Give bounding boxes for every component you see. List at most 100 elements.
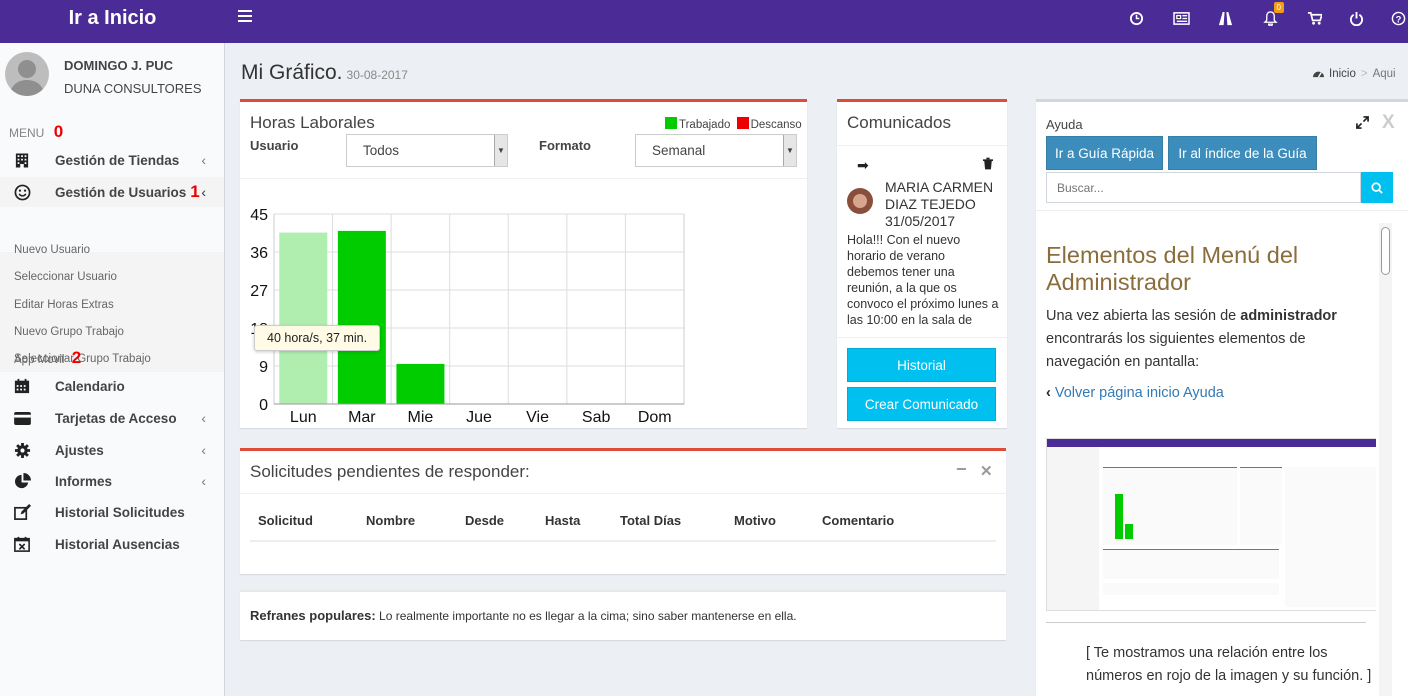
comunicados-box: Comunicados ➡ MARIA CARMEN DIAZ TEJEDO 31/… <box>837 99 1007 428</box>
clock-icon[interactable] <box>1128 10 1144 26</box>
help-intro: Una vez abierta las sesión de administra… <box>1046 308 1337 370</box>
page-date: 30-08-2017 <box>346 68 408 82</box>
minimize-icon[interactable]: − <box>956 459 967 480</box>
user-select[interactable]: Todos ▼ <box>346 134 508 167</box>
dropdown-arrow-icon: ▼ <box>494 135 507 166</box>
nav-historial-solicitudes[interactable]: Historial Solicitudes <box>0 497 224 527</box>
breadcrumb-current: Aqui <box>1372 68 1396 80</box>
back-link[interactable]: ‹ Volver página inicio Ayuda <box>1046 385 1224 401</box>
nav-tarjetas-acceso[interactable]: Tarjetas de Acceso ‹ <box>0 403 224 433</box>
x-tick-label: Jue <box>466 409 492 426</box>
help-scrollbar-thumb[interactable] <box>1381 227 1390 275</box>
dropdown-arrow-icon: ▼ <box>783 135 796 166</box>
help-search-input[interactable] <box>1046 172 1361 203</box>
marker-2: 2 <box>71 348 82 367</box>
x-tick-label: Mie <box>408 409 434 426</box>
indice-guia-button[interactable]: Ir al índice de la Guía <box>1168 136 1317 170</box>
dashboard-icon <box>1313 71 1324 78</box>
legend-rest-swatch <box>736 117 749 129</box>
refranes-label: Refranes populares: <box>250 608 376 623</box>
legend-worked-swatch <box>665 117 677 129</box>
nav-calendario[interactable]: Calendario <box>0 371 224 401</box>
bell-icon[interactable]: 0 <box>1262 2 1284 26</box>
historial-button[interactable]: Historial <box>847 348 996 382</box>
sub-app-movil[interactable]: App Movil 2 <box>14 348 81 368</box>
menu-toggle-icon[interactable] <box>238 10 252 26</box>
menu-header: MENU 0 <box>9 122 64 141</box>
power-icon[interactable] <box>1348 10 1364 26</box>
notification-badge: 0 <box>1273 2 1284 13</box>
help-scrollbar[interactable] <box>1379 223 1392 696</box>
close-help-icon[interactable]: X <box>1382 112 1395 134</box>
x-tick-label: Dom <box>638 409 672 426</box>
x-tick-label: Lun <box>290 409 317 426</box>
sub-nuevo-usuario[interactable]: Nuevo Usuario <box>14 244 90 256</box>
trash-icon[interactable] <box>983 157 995 171</box>
col-solicitud: Solicitud <box>258 513 313 528</box>
y-tick-label: 0 <box>259 397 268 414</box>
y-tick-label: 36 <box>250 245 268 262</box>
nav-ajustes[interactable]: Ajustes ‹ <box>0 435 224 465</box>
col-nombre: Nombre <box>366 513 416 528</box>
smile-icon <box>13 183 31 201</box>
home-link[interactable]: Ir a Inicio <box>0 0 225 43</box>
col-hasta: Hasta <box>545 513 581 528</box>
col-comentario: Comentario <box>822 513 895 528</box>
x-tick-label: Sab <box>582 409 611 426</box>
chart-legend: Trabajado Descanso <box>665 117 802 131</box>
nav-gestion-tiendas[interactable]: Gestión de Tiendas ‹ <box>0 145 224 175</box>
y-tick-label: 27 <box>250 283 268 300</box>
guia-rapida-button[interactable]: Ir a Guía Rápida <box>1046 136 1163 170</box>
user-label: Usuario <box>250 138 299 153</box>
ayuda-title: Ayuda <box>1046 117 1083 132</box>
refranes-box: Refranes populares: Lo realmente importa… <box>240 590 1006 640</box>
y-tick-label: 9 <box>259 359 268 376</box>
building-icon <box>13 151 31 169</box>
format-label: Formato <box>539 138 591 153</box>
comunicados-title: Comunicados <box>847 113 951 132</box>
ayuda-box: Ayuda X Ir a Guía Rápida Ir al índice de… <box>1036 99 1408 696</box>
newspaper-icon[interactable] <box>1172 10 1190 26</box>
help-heading: Elementos del Menú del Administrador <box>1046 242 1299 295</box>
credit-card-icon <box>13 409 31 427</box>
page-title: Mi Gráfico. 30-08-2017 <box>241 61 408 84</box>
message-author: MARIA CARMEN DIAZ TEJEDO 31/05/2017 <box>885 179 994 229</box>
edit-icon <box>13 503 31 521</box>
help-content: Elementos del Menú del Administrador Una… <box>1036 212 1376 696</box>
road-icon[interactable] <box>1217 10 1233 26</box>
hours-bar-chart: 0918273645LunMarMieJueVieSabDom <box>250 207 685 426</box>
calendar-icon <box>13 377 31 395</box>
col-motivo: Motivo <box>734 513 776 528</box>
expand-icon[interactable] <box>1356 116 1370 130</box>
top-navbar: Ir a Inicio 0 ? <box>0 0 1408 43</box>
svg-text:?: ? <box>1395 14 1401 24</box>
plot-area <box>273 213 685 405</box>
sub-nuevo-grupo-trabajo[interactable]: Nuevo Grupo Trabajo <box>14 326 124 338</box>
nav-informes[interactable]: Informes ‹ <box>0 466 224 496</box>
gear-icon <box>13 441 31 459</box>
nav-gestion-usuarios[interactable]: Gestión de Usuarios 1 ‹ <box>0 177 224 207</box>
help-icon[interactable]: ? <box>1390 10 1406 26</box>
breadcrumb: Inicio > Aqui <box>1312 67 1396 80</box>
message-body: Hola!!! Con el nuevo horario de verano d… <box>847 233 999 327</box>
cart-icon[interactable] <box>1306 10 1322 26</box>
bar-mar <box>337 230 386 404</box>
sub-seleccionar-usuario[interactable]: Seleccionar Usuario <box>14 271 117 283</box>
avatar <box>5 52 49 96</box>
x-tick-label: Vie <box>526 409 549 426</box>
user-company: DUNA CONSULTORES <box>64 81 202 96</box>
breadcrumb-home[interactable]: Inicio <box>1329 68 1356 80</box>
format-select[interactable]: Semanal ▼ <box>635 134 797 167</box>
help-relation-text: [ Te mostramos una relación entre los nú… <box>1086 645 1372 684</box>
solicitudes-box: Solicitudes pendientes de responder: − ✕… <box>240 448 1006 574</box>
arrow-right-icon[interactable]: ➡ <box>857 157 869 174</box>
crear-comunicado-button[interactable]: Crear Comunicado <box>847 387 996 421</box>
search-icon <box>1371 181 1383 194</box>
nav-historial-ausencias[interactable]: Historial Ausencias <box>0 529 224 559</box>
search-button[interactable] <box>1361 172 1393 203</box>
chevron-left-icon: ‹ <box>201 152 206 168</box>
close-icon[interactable]: ✕ <box>980 462 993 480</box>
refranes-text: Lo realmente importante no es llegar a l… <box>379 609 797 623</box>
sub-editar-horas-extras[interactable]: Editar Horas Extras <box>14 299 114 311</box>
calendar-x-icon <box>13 535 31 553</box>
